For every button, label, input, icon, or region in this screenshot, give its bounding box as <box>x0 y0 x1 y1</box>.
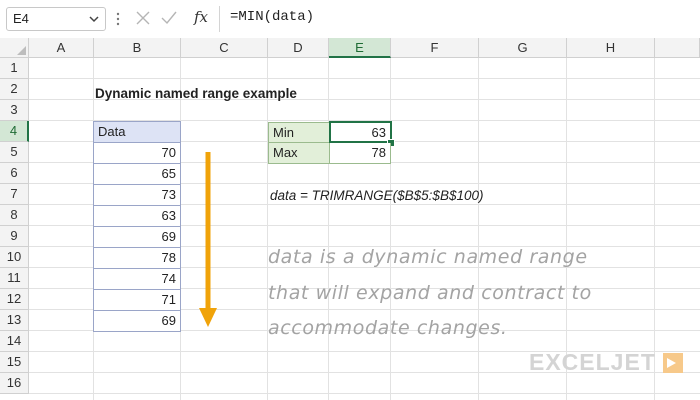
data-value-cell[interactable]: 69 <box>93 311 181 332</box>
min-value-cell[interactable]: 63 <box>329 121 392 143</box>
name-box[interactable]: E4 <box>6 7 106 31</box>
formula-separator <box>219 6 220 32</box>
data-value-cell[interactable]: 69 <box>93 227 181 248</box>
data-value-cell[interactable]: 74 <box>93 269 181 290</box>
row-header-13[interactable]: 13 <box>0 310 29 331</box>
data-value-cell[interactable]: 70 <box>93 143 181 164</box>
row-header-15[interactable]: 15 <box>0 352 29 373</box>
formula-bar: E4 fx =MIN(data) <box>0 0 700 39</box>
row-header-12[interactable]: 12 <box>0 289 29 310</box>
data-value-cell[interactable]: 78 <box>93 248 181 269</box>
column-header-i[interactable] <box>655 38 700 58</box>
more-options-icon[interactable] <box>116 11 120 27</box>
row-header-2[interactable]: 2 <box>0 79 29 100</box>
data-value-cell[interactable]: 65 <box>93 164 181 185</box>
enter-check-icon[interactable] <box>160 9 178 27</box>
column-header-c[interactable]: C <box>181 38 268 58</box>
data-value-cell[interactable]: 73 <box>93 185 181 206</box>
exceljet-logo-mark-icon <box>663 353 683 373</box>
column-header-e[interactable]: E <box>329 38 391 58</box>
cancel-icon[interactable] <box>134 9 152 27</box>
name-box-value: E4 <box>13 11 29 26</box>
max-value-cell[interactable]: 78 <box>330 143 391 164</box>
min-label[interactable]: Min <box>268 122 330 143</box>
data-value-cell[interactable]: 71 <box>93 290 181 311</box>
row-header-4[interactable]: 4 <box>0 121 29 142</box>
row-header-1[interactable]: 1 <box>0 58 29 79</box>
chevron-down-icon[interactable] <box>87 8 101 30</box>
row-header-9[interactable]: 9 <box>0 226 29 247</box>
note-line: accommodate changes. <box>268 317 508 339</box>
row-header-7[interactable]: 7 <box>0 184 29 205</box>
row-header-11[interactable]: 11 <box>0 268 29 289</box>
name-definition: data = TRIMRANGE($B$5:$B$100) <box>270 188 484 203</box>
note-line: data is a dynamic named range <box>268 246 588 268</box>
data-table-header[interactable]: Data <box>93 121 181 143</box>
row-header-3[interactable]: 3 <box>0 100 29 121</box>
row-header-8[interactable]: 8 <box>0 205 29 226</box>
column-header-a[interactable]: A <box>29 38 94 58</box>
row-header-10[interactable]: 10 <box>0 247 29 268</box>
exceljet-logo: EXCELJET <box>529 349 656 375</box>
row-header-14[interactable]: 14 <box>0 331 29 352</box>
sheet-title[interactable]: Dynamic named range example <box>95 84 297 105</box>
column-header-b[interactable]: B <box>94 38 181 58</box>
column-header-h[interactable]: H <box>567 38 655 58</box>
column-header-d[interactable]: D <box>268 38 329 58</box>
note-line: that will expand and contract to <box>268 282 592 304</box>
row-header-5[interactable]: 5 <box>0 142 29 163</box>
max-label[interactable]: Max <box>268 143 330 164</box>
data-value-cell[interactable]: 63 <box>93 206 181 227</box>
column-header-g[interactable]: G <box>479 38 567 58</box>
formula-input[interactable]: =MIN(data) <box>230 9 314 25</box>
insert-function-icon[interactable]: fx <box>194 8 208 26</box>
row-header-16[interactable]: 16 <box>0 373 29 394</box>
row-header-6[interactable]: 6 <box>0 163 29 184</box>
expand-arrow-icon <box>199 152 217 327</box>
column-header-f[interactable]: F <box>391 38 479 58</box>
select-all-corner[interactable] <box>0 38 29 58</box>
